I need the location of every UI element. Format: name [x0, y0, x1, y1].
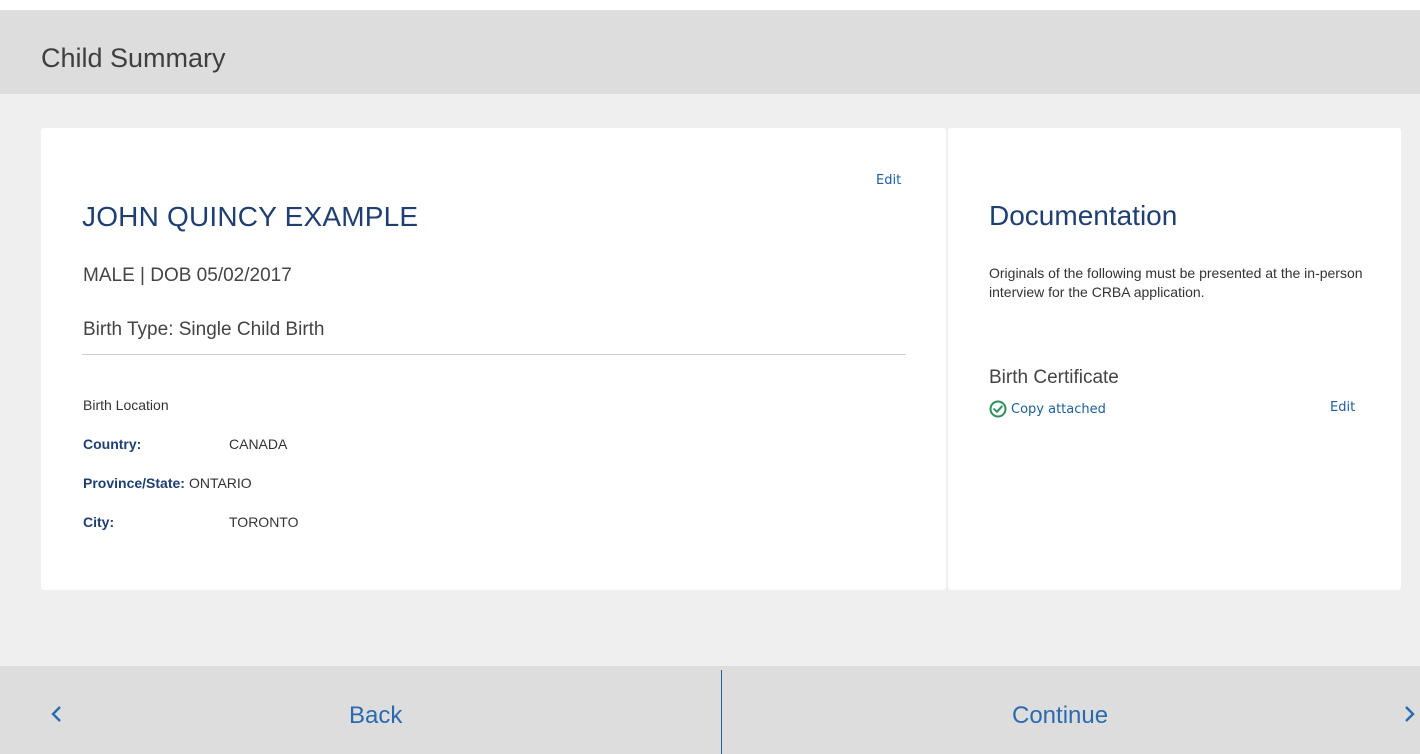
province-label: Province/State: [83, 475, 185, 491]
child-details-card: Edit JOHN QUINCY EXAMPLE MALE | DOB 05/0… [41, 128, 946, 590]
back-label: Back [349, 702, 403, 729]
birth-country-row: Country: CANADA [83, 436, 287, 452]
country-label: Country: [83, 436, 142, 452]
child-edit-link[interactable]: Edit [876, 173, 901, 188]
birth-location-heading: Birth Location [83, 397, 169, 413]
continue-label: Continue [1012, 702, 1109, 729]
child-name: JOHN QUINCY EXAMPLE [82, 201, 419, 232]
page-title: Child Summary [41, 43, 226, 73]
province-value: ONTARIO [188, 475, 252, 491]
check-circle-icon [989, 400, 1007, 418]
footer-nav: Back Continue [0, 666, 1420, 754]
documentation-card: Documentation Originals of the following… [948, 128, 1401, 590]
birth-type: Birth Type: Single Child Birth [83, 319, 325, 340]
page-header: Child Summary [0, 10, 1420, 94]
back-button[interactable]: Back [0, 666, 721, 754]
continue-button[interactable]: Continue [722, 666, 1420, 754]
chevron-right-icon [1405, 706, 1415, 722]
child-gender-dob: MALE | DOB 05/02/2017 [83, 265, 292, 286]
documentation-description: Originals of the following must be prese… [989, 265, 1363, 300]
birth-province-row: Province/State: ONTARIO [83, 475, 252, 491]
divider [82, 354, 906, 355]
city-label: City: [83, 514, 115, 530]
birth-certificate-title: Birth Certificate [989, 367, 1119, 388]
chevron-left-icon [51, 706, 61, 722]
page: Child Summary Edit JOHN QUINCY EXAMPLE M… [0, 0, 1420, 754]
country-value: CANADA [229, 436, 288, 452]
documentation-title: Documentation [989, 200, 1178, 231]
city-value: TORONTO [229, 514, 299, 530]
copy-attached-status: Copy attached [989, 400, 1106, 418]
birth-city-row: City: TORONTO [83, 514, 299, 530]
copy-attached-label: Copy attached [1011, 401, 1106, 417]
birth-certificate-edit-link[interactable]: Edit [1330, 400, 1355, 415]
top-strip [0, 0, 1420, 10]
